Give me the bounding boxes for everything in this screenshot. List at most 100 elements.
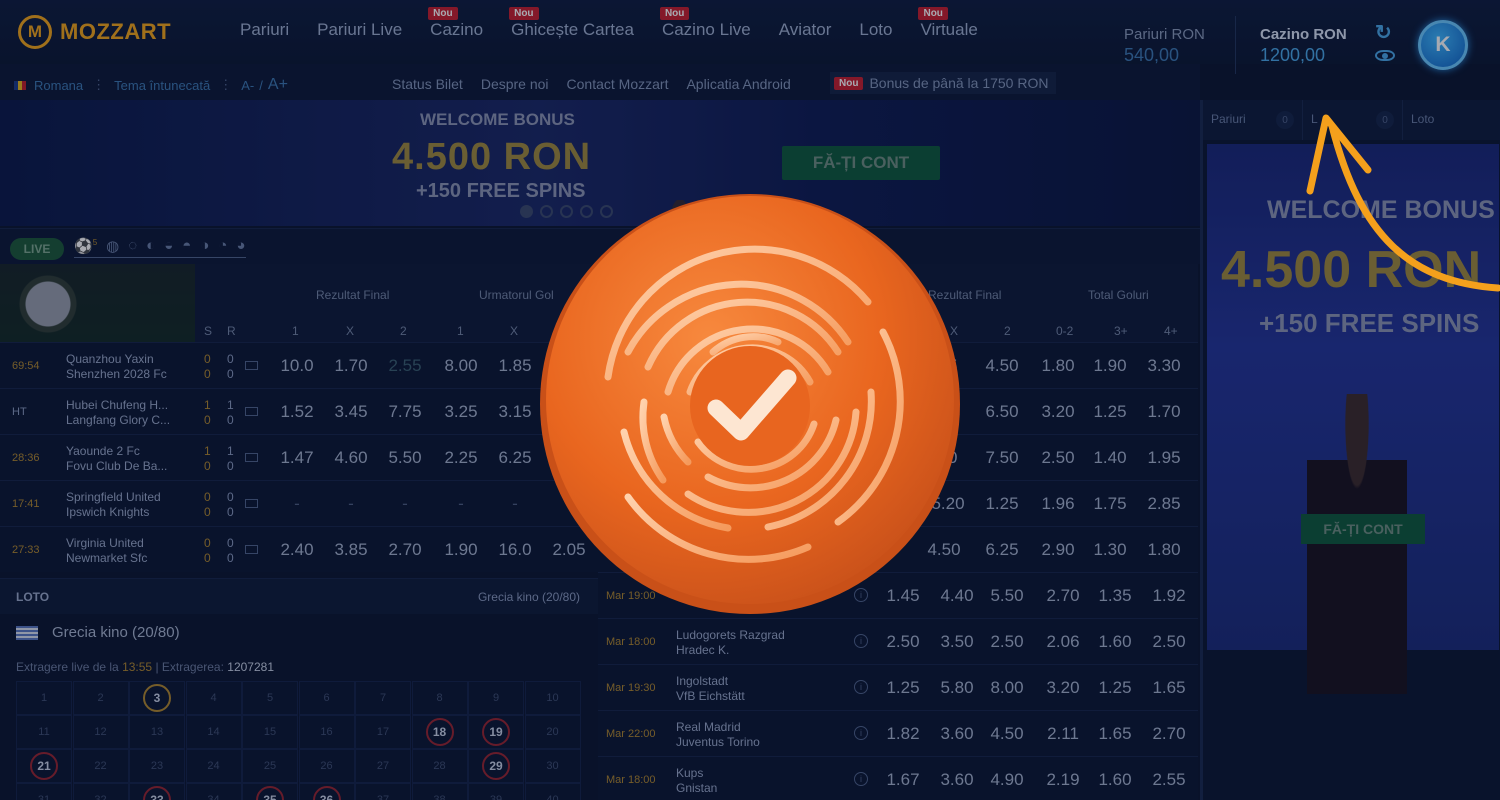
nav-item-pariuri-live[interactable]: Pariuri Live	[317, 20, 402, 40]
odd-button[interactable]: 6.25	[490, 448, 540, 468]
odd-button[interactable]: 1.60	[1090, 632, 1140, 652]
odd-button[interactable]: 1.65	[1090, 724, 1140, 744]
odd-button[interactable]: 1.67	[878, 770, 928, 790]
odd-button[interactable]: 4.50	[977, 356, 1027, 376]
sidebar-create-account-button[interactable]: FĂ-ȚI CONT	[1301, 514, 1425, 544]
rugby-icon[interactable]: ◑	[200, 237, 209, 255]
odd-button[interactable]: 1.80	[1033, 356, 1083, 376]
hide-balance-eye-icon[interactable]	[1375, 50, 1395, 61]
kino-drawn-number[interactable]: 21	[16, 749, 72, 783]
odd-button[interactable]: 1.60	[1090, 770, 1140, 790]
info-link[interactable]: Status Bilet	[392, 76, 463, 92]
cazino-wallet[interactable]: Cazino RON 1200,00	[1260, 26, 1347, 66]
football-icon[interactable]: ⚽5	[74, 237, 97, 255]
odd-button[interactable]: 1.25	[1085, 402, 1135, 422]
odd-button[interactable]: 1.70	[1139, 402, 1189, 422]
kino-number[interactable]: 5	[242, 681, 298, 715]
stats-icon[interactable]	[245, 453, 258, 462]
odd-button[interactable]: 1.35	[1090, 586, 1140, 606]
table-row[interactable]: 69:54 Quanzhou Yaxin Shenzhen 2028 Fc 0 0 0 0 1…	[0, 342, 598, 388]
betslip-tab[interactable]: Pariuri 0	[1203, 100, 1303, 140]
odd-button[interactable]: 1.96	[1033, 494, 1083, 514]
kino-number[interactable]: 37	[355, 783, 411, 800]
kino-number[interactable]: 7	[355, 681, 411, 715]
kino-number[interactable]: 12	[72, 715, 129, 749]
volleyball-icon[interactable]: ◐	[146, 237, 155, 255]
odd-button[interactable]: 5.50	[982, 586, 1032, 606]
info-icon[interactable]: i	[854, 726, 868, 740]
odd-button[interactable]: 3.45	[326, 402, 376, 422]
odd-button[interactable]: 3.85	[326, 540, 376, 560]
create-account-button[interactable]: FĂ-ȚI CONT	[782, 146, 940, 180]
bonus-promo-link[interactable]: Nou Bonus de până la 1750 RON	[830, 72, 1057, 94]
kino-number[interactable]: 26	[298, 749, 355, 783]
odd-button[interactable]: 2.06	[1038, 632, 1088, 652]
table-row[interactable]: 17:41 Springfield United Ipswich Knights 0 0…	[0, 480, 598, 526]
odd-button[interactable]: 1.85	[490, 356, 540, 376]
kino-number[interactable]: 32	[72, 783, 129, 800]
table-row[interactable]: Mar 22:00 Real Madrid Juventus Torino i 1.82…	[598, 710, 1198, 756]
info-icon[interactable]: i	[854, 634, 868, 648]
nav-item-aviator[interactable]: Aviator	[779, 20, 832, 40]
info-icon[interactable]: i	[854, 680, 868, 694]
odd-button[interactable]: 3.20	[1033, 402, 1083, 422]
odd-button[interactable]: 2.11	[1038, 724, 1088, 744]
hockey-icon[interactable]: ◒	[164, 237, 173, 255]
odd-button[interactable]: 1.92	[1144, 586, 1194, 606]
nav-item-virtuale[interactable]: Nou Virtuale	[918, 7, 978, 40]
odd-button[interactable]: 1.47	[272, 448, 322, 468]
table-row[interactable]: HT Hubei Chufeng H... Langfang Glory C... 1…	[0, 388, 598, 434]
odd-button[interactable]: 1.70	[326, 356, 376, 376]
odd-button[interactable]: -	[436, 494, 486, 514]
odd-button[interactable]: 2.40	[272, 540, 322, 560]
odd-button[interactable]: -	[490, 494, 540, 514]
odd-button[interactable]: 1.25	[1090, 678, 1140, 698]
kino-drawn-number[interactable]: 35	[242, 783, 298, 800]
tennis-icon[interactable]: ◌	[128, 237, 137, 255]
odd-button[interactable]: -	[380, 494, 430, 514]
kino-number[interactable]: 34	[185, 783, 242, 800]
kino-number[interactable]: 13	[129, 715, 185, 749]
kino-number[interactable]: 40	[524, 783, 581, 800]
odd-button[interactable]: 8.00	[436, 356, 486, 376]
odd-button[interactable]: 2.90	[1033, 540, 1083, 560]
odd-button[interactable]: 3.50	[932, 632, 982, 652]
odd-button[interactable]: 3.15	[490, 402, 540, 422]
kino-number[interactable]: 28	[411, 749, 468, 783]
odd-button[interactable]: 2.70	[1144, 724, 1194, 744]
odd-button[interactable]: 3.20	[1038, 678, 1088, 698]
odd-button[interactable]: 3.25	[436, 402, 486, 422]
odd-button[interactable]: 2.25	[436, 448, 486, 468]
stats-icon[interactable]	[245, 499, 258, 508]
user-avatar[interactable]: K	[1418, 20, 1468, 70]
kino-number[interactable]: 9	[468, 681, 524, 715]
kino-number[interactable]: 14	[185, 715, 242, 749]
odd-button[interactable]: 4.50	[982, 724, 1032, 744]
language-select[interactable]: Romana	[34, 78, 83, 93]
kino-number[interactable]: 16	[298, 715, 355, 749]
stats-icon[interactable]	[245, 407, 258, 416]
theme-toggle[interactable]: Tema întunecată	[114, 78, 210, 93]
basketball-icon[interactable]: ◍	[106, 237, 119, 255]
nav-item-cazino[interactable]: Nou Cazino	[428, 7, 483, 40]
kino-number[interactable]: 24	[185, 749, 242, 783]
table-row[interactable]: 28:36 Yaounde 2 Fc Fovu Club De Ba... 1 0 1 0 1…	[0, 434, 598, 480]
odd-button[interactable]: 1.90	[436, 540, 486, 560]
odd-button[interactable]: 8.00	[982, 678, 1032, 698]
kino-number[interactable]: 27	[355, 749, 411, 783]
handball-icon[interactable]: ◓	[182, 237, 191, 255]
nav-item-ghice-te-cartea[interactable]: Nou Ghicește Cartea	[509, 7, 634, 40]
carousel-dot[interactable]	[520, 205, 533, 218]
kino-number[interactable]: 38	[411, 783, 468, 800]
kino-number[interactable]: 10	[524, 681, 581, 715]
live-toggle[interactable]: LIVE	[10, 238, 64, 260]
odd-button[interactable]: 3.60	[932, 724, 982, 744]
kino-drawn-number[interactable]: 19	[468, 715, 524, 749]
kino-number[interactable]: 6	[298, 681, 355, 715]
odd-button[interactable]: 7.75	[380, 402, 430, 422]
odd-button[interactable]: 2.50	[982, 632, 1032, 652]
odd-button[interactable]: 2.50	[878, 632, 928, 652]
odd-button[interactable]: 1.95	[1139, 448, 1189, 468]
table-row[interactable]: Mar 18:00 Ludogorets Razgrad Hradec K. i 2.5…	[598, 618, 1198, 664]
odd-button[interactable]: 6.50	[977, 402, 1027, 422]
